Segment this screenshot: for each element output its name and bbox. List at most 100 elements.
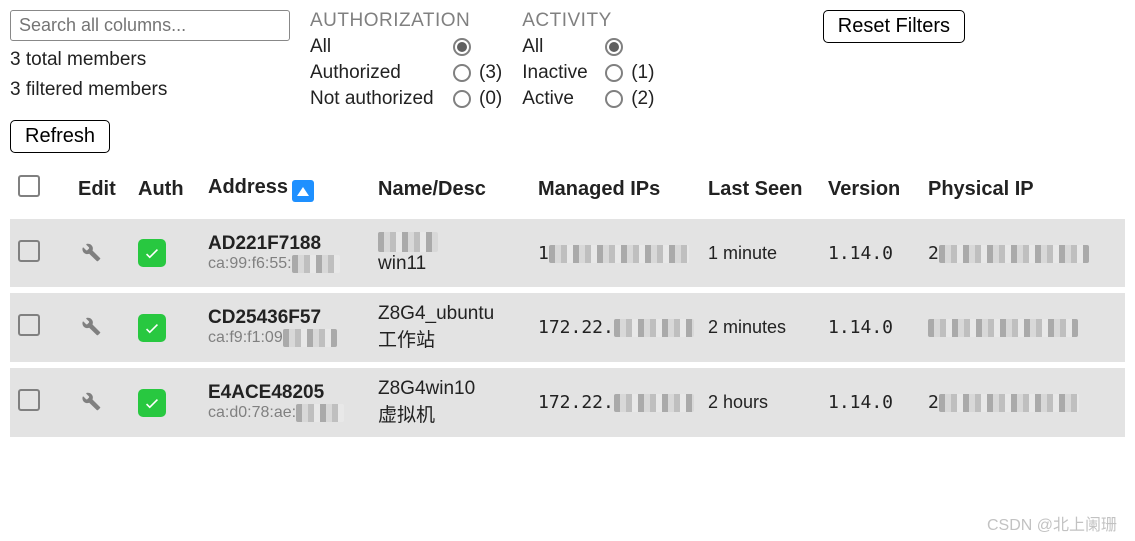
address-mac: ca:f9:f1:09 — [208, 329, 378, 347]
column-managed-ips[interactable]: Managed IPs — [538, 178, 708, 201]
redacted-region — [939, 245, 1089, 263]
check-icon — [143, 394, 161, 412]
version-cell: 1.14.0 — [828, 243, 928, 264]
authorization-filter: AUTHORIZATION All Authorized (3) Not aut… — [310, 10, 502, 112]
activity-option-inactive[interactable]: Inactive (1) — [522, 60, 654, 86]
auth-cell[interactable] — [138, 314, 208, 342]
authorization-option-all[interactable]: All — [310, 34, 502, 60]
member-desc: 虚拟机 — [378, 400, 538, 427]
physical-ip-cell — [928, 317, 1108, 338]
address-id: E4ACE48205 — [208, 382, 378, 404]
authorization-option-count: (3) — [479, 62, 502, 84]
activity-option-label: Active — [522, 88, 597, 110]
activity-option-label: Inactive — [522, 62, 597, 84]
table-row: E4ACE48205 ca:d0:78:ae: Z8G4win10 虚拟机 17… — [10, 368, 1125, 443]
authorization-heading: AUTHORIZATION — [310, 10, 502, 32]
wrench-icon — [78, 313, 102, 337]
address-cell: CD25436F57 ca:f9:f1:09 — [208, 307, 378, 347]
name-cell: Z8G4win10 虚拟机 — [378, 378, 538, 427]
address-id: AD221F7188 — [208, 233, 378, 255]
address-cell: AD221F7188 ca:99:f6:55: — [208, 233, 378, 273]
activity-heading: ACTIVITY — [522, 10, 654, 32]
check-icon — [143, 319, 161, 337]
edit-cell[interactable] — [78, 239, 138, 268]
member-name: Z8G4_ubuntu — [378, 303, 538, 325]
radio-icon[interactable] — [605, 64, 623, 82]
wrench-icon — [78, 239, 102, 263]
radio-icon[interactable] — [605, 38, 623, 56]
last-seen-cell: 2 minutes — [708, 317, 828, 338]
activity-option-label: All — [522, 36, 597, 58]
redacted-region — [283, 329, 337, 347]
refresh-row: Refresh — [10, 120, 1125, 153]
authorization-option-authorized[interactable]: Authorized (3) — [310, 60, 502, 86]
column-edit[interactable]: Edit — [78, 178, 138, 201]
auth-cell[interactable] — [138, 239, 208, 267]
edit-cell[interactable] — [78, 388, 138, 417]
last-seen-cell: 1 minute — [708, 243, 828, 264]
column-name-desc[interactable]: Name/Desc — [378, 178, 538, 201]
authorization-option-label: Not authorized — [310, 88, 445, 110]
managed-ips-cell: 172.22. — [538, 317, 708, 338]
reset-filters-button[interactable]: Reset Filters — [823, 10, 965, 43]
reset-column: Reset Filters — [823, 10, 1125, 43]
search-input[interactable] — [10, 10, 290, 41]
auth-cell[interactable] — [138, 389, 208, 417]
activity-option-active[interactable]: Active (2) — [522, 86, 654, 112]
wrench-icon — [78, 388, 102, 412]
refresh-button[interactable]: Refresh — [10, 120, 110, 153]
auth-checkbox-checked[interactable] — [138, 314, 166, 342]
radio-icon[interactable] — [453, 90, 471, 108]
redacted-region — [614, 319, 694, 337]
version-cell: 1.14.0 — [828, 317, 928, 338]
redacted-region — [549, 245, 689, 263]
authorization-option-not-authorized[interactable]: Not authorized (0) — [310, 86, 502, 112]
name-cell: Z8G4_ubuntu 工作站 — [378, 303, 538, 352]
watermark-text: CSDN @北上阑珊 — [987, 511, 1117, 535]
auth-checkbox-checked[interactable] — [138, 389, 166, 417]
filter-bar: 3 total members 3 filtered members AUTHO… — [10, 10, 1125, 112]
column-last-seen[interactable]: Last Seen — [708, 178, 828, 201]
table-row: AD221F7188 ca:99:f6:55: win11 1 1 minute… — [10, 219, 1125, 293]
table-row: CD25436F57 ca:f9:f1:09 Z8G4_ubuntu 工作站 1… — [10, 293, 1125, 368]
select-all-checkbox[interactable] — [18, 175, 40, 197]
authorization-option-count: (0) — [479, 88, 502, 110]
row-checkbox[interactable] — [18, 389, 40, 411]
total-members-text: 3 total members — [10, 49, 290, 71]
edit-cell[interactable] — [78, 313, 138, 342]
redacted-region — [292, 255, 340, 273]
redacted-region — [928, 319, 1078, 337]
version-cell: 1.14.0 — [828, 392, 928, 413]
row-checkbox[interactable] — [18, 314, 40, 336]
members-table: Edit Auth Address Name/Desc Managed IPs … — [10, 165, 1125, 443]
column-version[interactable]: Version — [828, 178, 928, 201]
member-name: Z8G4win10 — [378, 378, 538, 400]
header-checkbox-cell — [18, 175, 78, 203]
address-id: CD25436F57 — [208, 307, 378, 329]
radio-icon[interactable] — [605, 90, 623, 108]
search-column: 3 total members 3 filtered members — [10, 10, 290, 101]
column-address[interactable]: Address — [208, 176, 378, 203]
member-desc: win11 — [378, 253, 538, 275]
address-cell: E4ACE48205 ca:d0:78:ae: — [208, 382, 378, 422]
column-physical-ip[interactable]: Physical IP — [928, 178, 1108, 201]
activity-option-all[interactable]: All — [522, 34, 654, 60]
check-icon — [143, 244, 161, 262]
radio-icon[interactable] — [453, 38, 471, 56]
last-seen-cell: 2 hours — [708, 392, 828, 413]
managed-ips-cell: 1 — [538, 243, 708, 264]
row-checkbox[interactable] — [18, 240, 40, 262]
column-auth[interactable]: Auth — [138, 178, 208, 201]
table-header: Edit Auth Address Name/Desc Managed IPs … — [10, 165, 1125, 219]
member-desc: 工作站 — [378, 325, 538, 352]
authorization-option-label: All — [310, 36, 445, 58]
radio-icon[interactable] — [453, 64, 471, 82]
physical-ip-cell: 2 — [928, 243, 1108, 264]
activity-option-count: (2) — [631, 88, 654, 110]
address-mac: ca:d0:78:ae: — [208, 404, 378, 422]
address-mac: ca:99:f6:55: — [208, 255, 378, 273]
redacted-region — [296, 404, 344, 422]
authorization-option-label: Authorized — [310, 62, 445, 84]
auth-checkbox-checked[interactable] — [138, 239, 166, 267]
redacted-region — [614, 394, 694, 412]
